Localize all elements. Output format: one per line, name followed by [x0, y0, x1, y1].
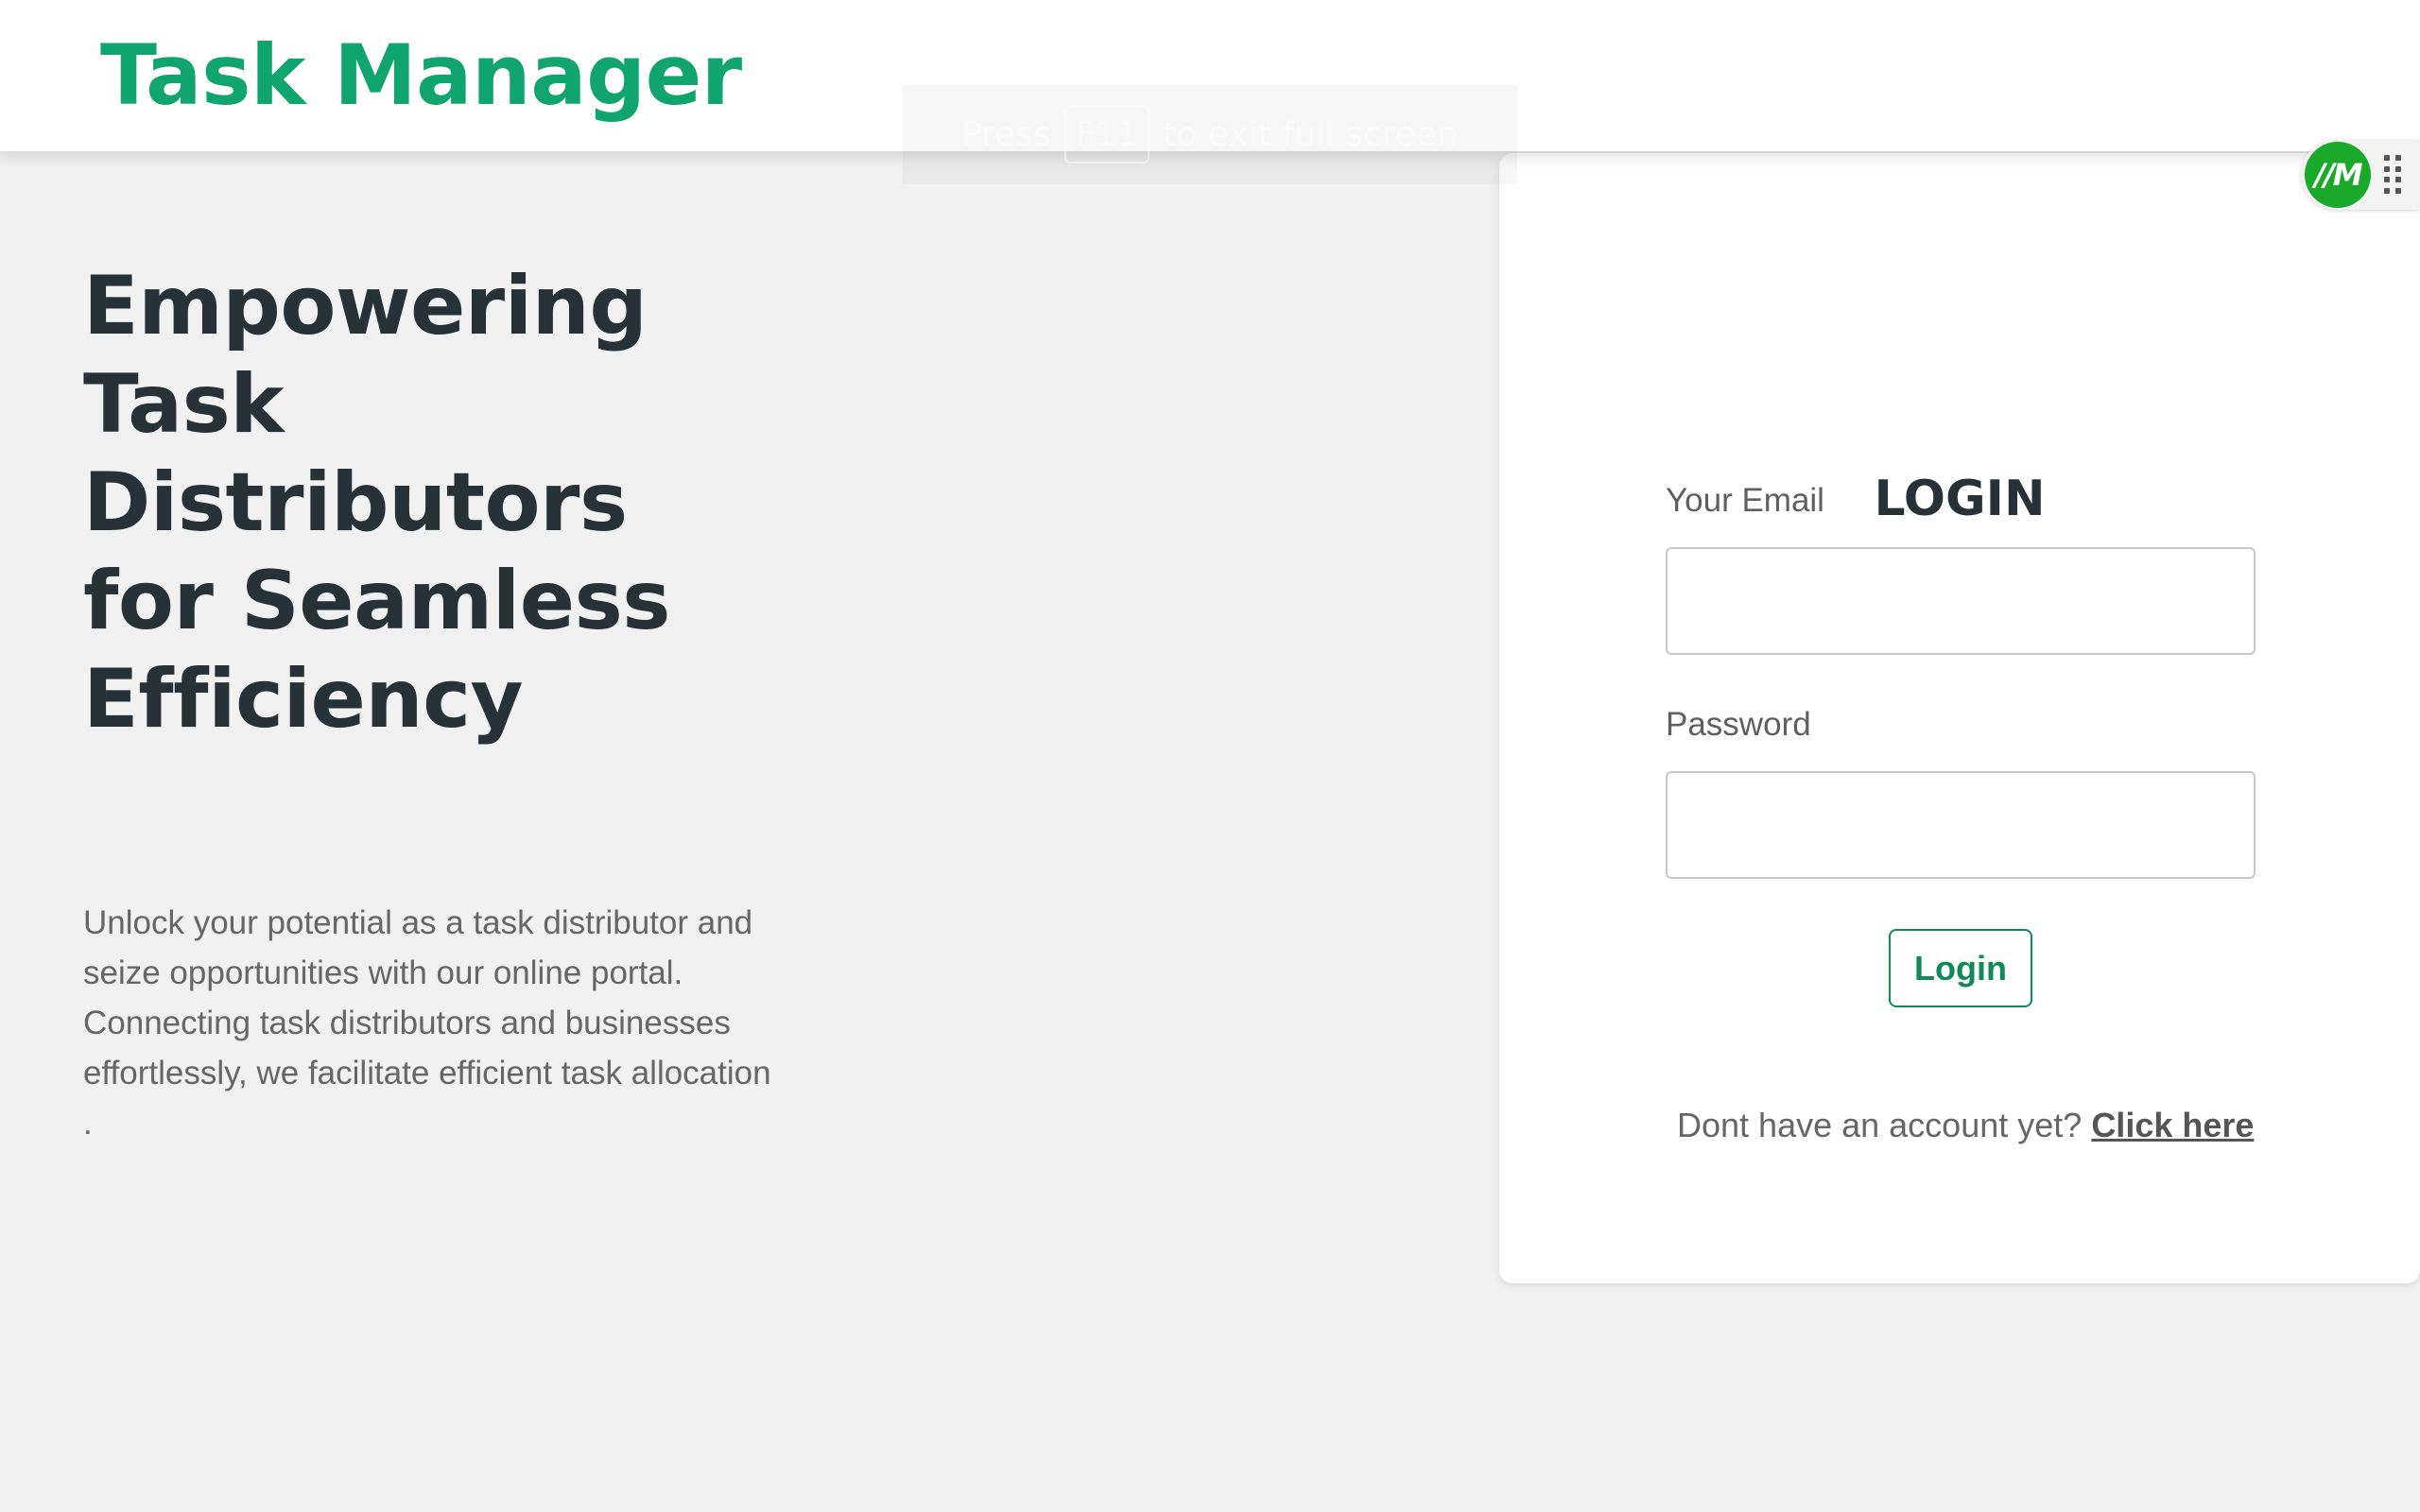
login-button[interactable]: Login — [1889, 929, 2032, 1007]
email-field[interactable] — [1666, 547, 2256, 655]
hero-heading: Empowering Task Distributors for Seamles… — [83, 259, 670, 747]
drag-handle-icon[interactable] — [2384, 155, 2403, 195]
fullscreen-hint-prefix: Press — [961, 115, 1051, 154]
extension-logo-icon[interactable]: //M — [2305, 142, 2371, 208]
signup-link[interactable]: Click here — [2091, 1106, 2254, 1144]
signup-prompt-text: Dont have an account yet? — [1677, 1106, 2083, 1144]
extension-widget[interactable]: //M — [2301, 140, 2420, 210]
email-label: Your Email — [1666, 482, 1824, 519]
password-field[interactable] — [1666, 771, 2256, 879]
signup-prompt-line: Dont have an account yet? Click here — [1677, 1106, 2254, 1145]
fullscreen-hint-suffix: to exit full screen — [1163, 115, 1459, 154]
fullscreen-hint-key: F11 — [1063, 106, 1150, 163]
brand-title[interactable]: Task Manager — [100, 25, 742, 127]
fullscreen-hint: Press F11 to exit full screen — [903, 85, 1517, 184]
password-label: Password — [1666, 706, 1811, 743]
hero-description: Unlock your potential as a task distribu… — [83, 904, 771, 1142]
login-title: LOGIN — [1874, 471, 2046, 527]
